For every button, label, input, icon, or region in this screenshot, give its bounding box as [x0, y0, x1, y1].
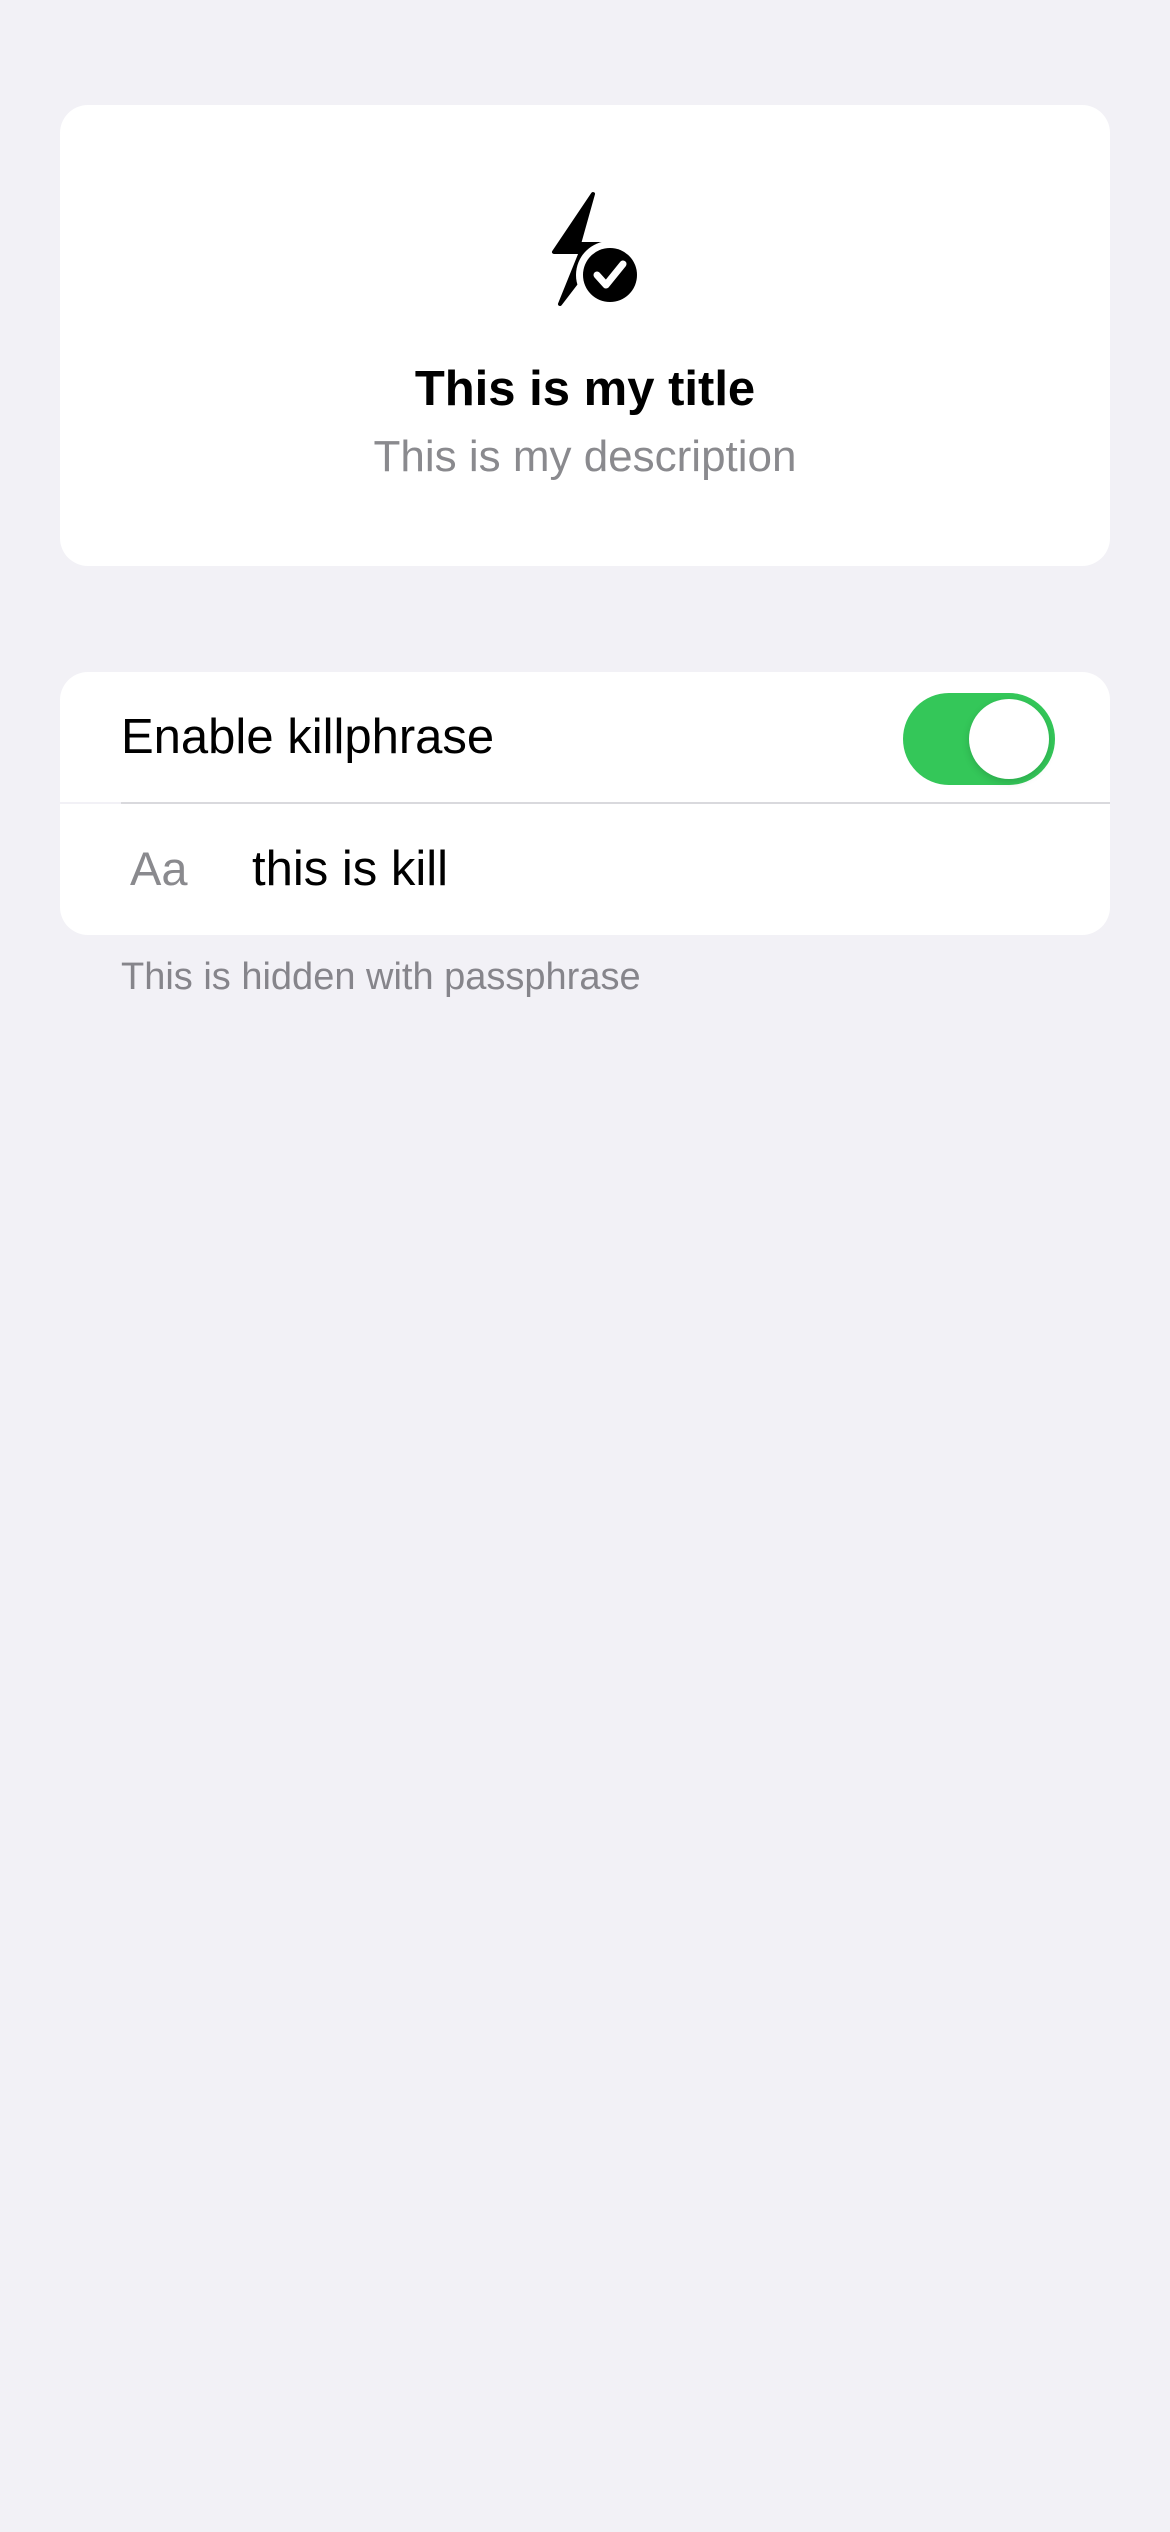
page-title: This is my title: [414, 362, 756, 416]
page-description: This is my description: [373, 432, 797, 481]
settings-screen: This is my title This is my description …: [0, 0, 1170, 2532]
text-format-icon: Aa: [130, 842, 188, 895]
enable-killphrase-toggle[interactable]: [903, 693, 1055, 785]
header-card: [60, 105, 1110, 566]
toggle-knob: [969, 699, 1049, 779]
enable-killphrase-row: Enable killphrase: [60, 672, 1110, 802]
bolt-badge-checkmark-icon: [540, 190, 660, 310]
killphrase-input[interactable]: [252, 836, 1052, 902]
enable-killphrase-label: Enable killphrase: [121, 710, 495, 764]
passphrase-footer-note: This is hidden with passphrase: [121, 956, 641, 998]
killphrase-input-row: Aa: [60, 804, 1110, 935]
bolt-badge-checkmark-graphic: [552, 192, 644, 309]
